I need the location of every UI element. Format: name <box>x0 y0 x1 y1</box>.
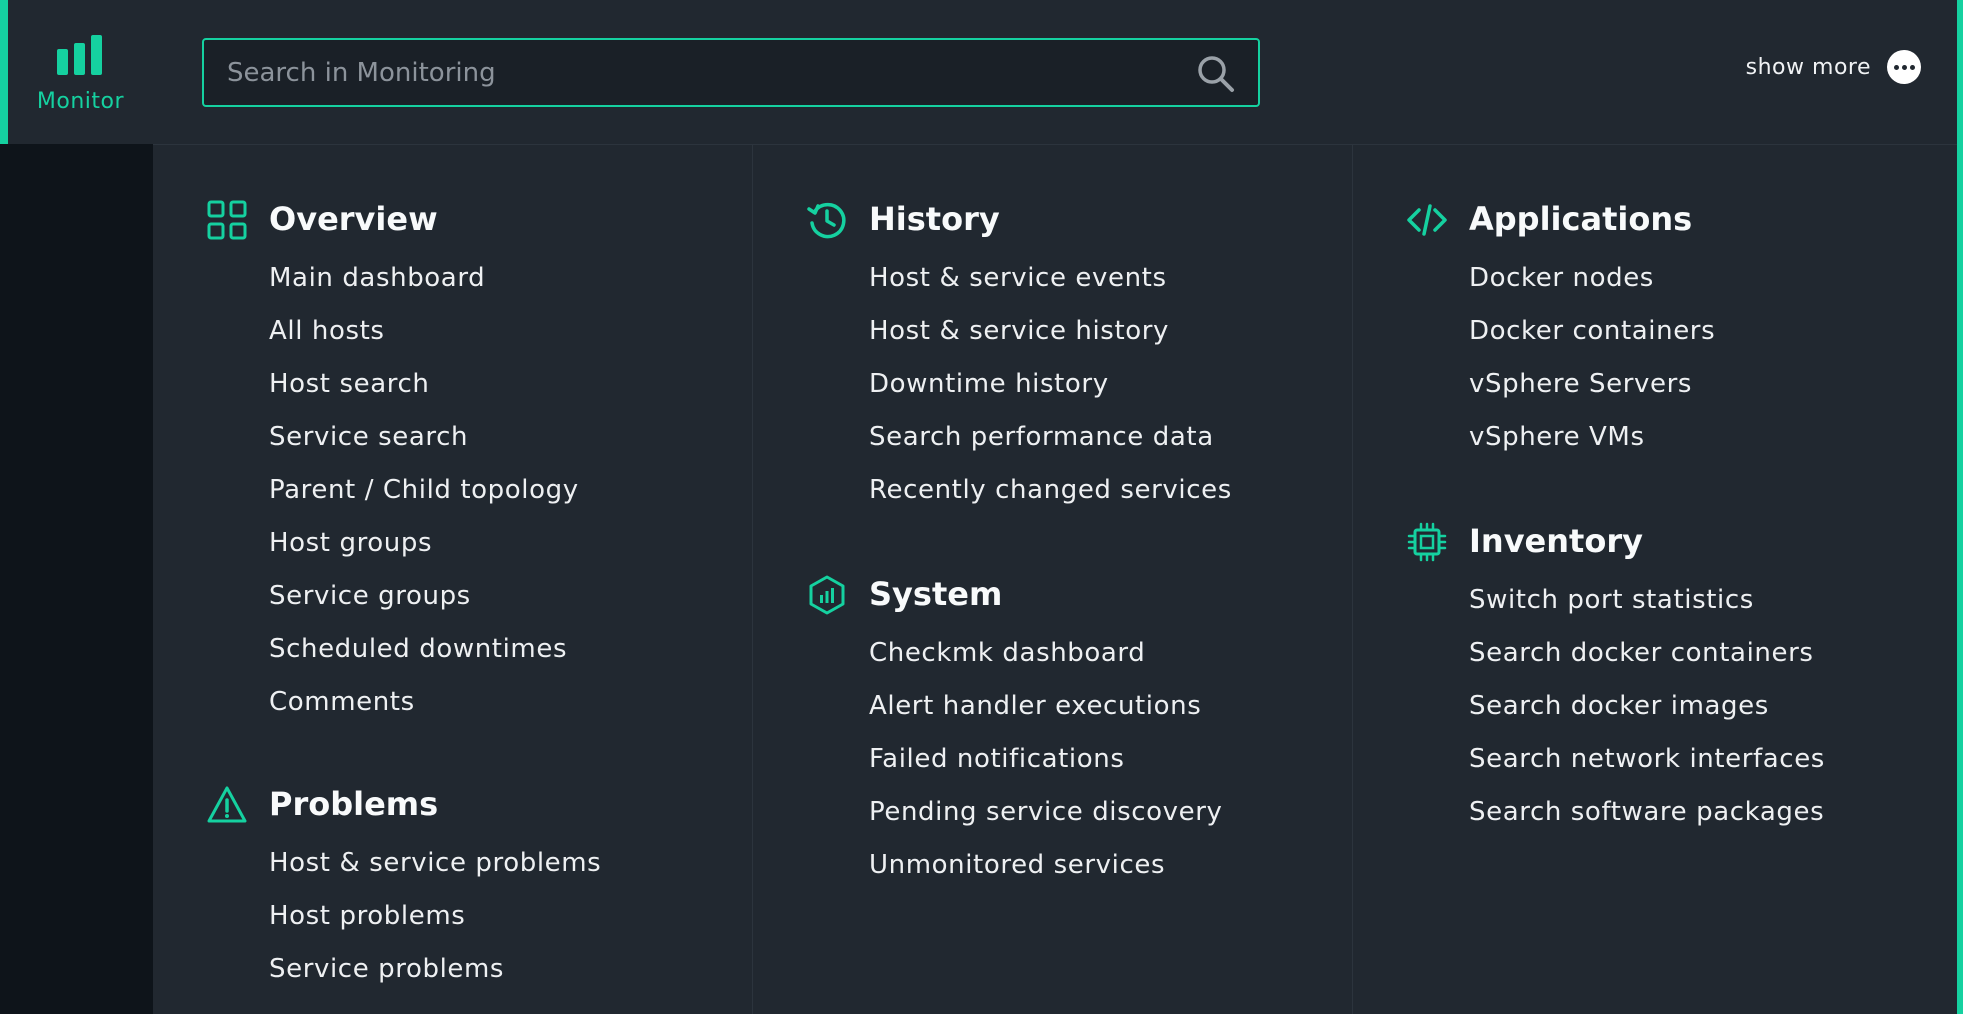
monitor-bars-icon <box>56 34 102 75</box>
menu-item[interactable]: Pending service discovery <box>753 786 1352 839</box>
menu-item[interactable]: Parent / Child topology <box>153 464 752 517</box>
sidebar-item-label: Monitor <box>36 88 125 114</box>
menu-item[interactable]: Service groups <box>153 570 752 623</box>
menu-item[interactable]: vSphere VMs <box>1353 411 1957 464</box>
menu-item[interactable]: Service problems <box>153 943 752 996</box>
topic-item-list: Main dashboard All hosts Host search Ser… <box>153 252 752 729</box>
menu-item[interactable]: Search docker containers <box>1353 627 1957 680</box>
menu-item[interactable]: Comments <box>153 676 752 729</box>
search-box <box>202 38 1260 107</box>
search-icon[interactable] <box>1196 54 1236 94</box>
topic-title: History <box>869 200 1000 238</box>
warning-icon <box>207 786 247 823</box>
show-more-label: show more <box>1745 54 1871 80</box>
sidebar-item-monitor[interactable]: Monitor <box>0 0 153 144</box>
hexagon-chart-icon <box>809 575 845 615</box>
column-3: Applications Docker nodes Docker contain… <box>1353 145 1957 1014</box>
menu-item[interactable]: vSphere Servers <box>1353 358 1957 411</box>
more-dots-icon <box>1887 50 1921 84</box>
menu-item[interactable]: Host & service events <box>753 252 1352 305</box>
topic-system: System Checkmk dashboard Alert handler e… <box>753 569 1352 892</box>
monitor-popup-panel: show more Overview Main dashboard <box>153 0 1957 1014</box>
sidebar: Monitor <box>0 0 153 1014</box>
menu-item[interactable]: Host search <box>153 358 752 411</box>
menu-item[interactable]: Host & service problems <box>153 837 752 890</box>
topic-history: History Host & service events Host & ser… <box>753 194 1352 517</box>
menu-item[interactable]: Search network interfaces <box>1353 733 1957 786</box>
menu-item[interactable]: All hosts <box>153 305 752 358</box>
menu-item[interactable]: Checkmk dashboard <box>753 627 1352 680</box>
menu-item[interactable]: Failed notifications <box>753 733 1352 786</box>
topic-columns: Overview Main dashboard All hosts Host s… <box>153 145 1957 1014</box>
topic-applications: Applications Docker nodes Docker contain… <box>1353 194 1957 464</box>
menu-item[interactable]: Unmonitored services <box>753 839 1352 892</box>
topic-overview: Overview Main dashboard All hosts Host s… <box>153 194 752 729</box>
topic-item-list: Host & service problems Host problems Se… <box>153 837 752 996</box>
column-1: Overview Main dashboard All hosts Host s… <box>153 145 753 1014</box>
menu-item[interactable]: Alert handler executions <box>753 680 1352 733</box>
topic-title: Applications <box>1469 200 1693 238</box>
column-2: History Host & service events Host & ser… <box>753 145 1353 1014</box>
menu-item[interactable]: Scheduled downtimes <box>153 623 752 676</box>
right-accent-bar <box>1957 0 1963 1014</box>
menu-item[interactable]: Downtime history <box>753 358 1352 411</box>
topic-problems: Problems Host & service problems Host pr… <box>153 779 752 996</box>
chip-icon <box>1407 522 1447 562</box>
topic-item-list: Checkmk dashboard Alert handler executio… <box>753 627 1352 892</box>
menu-item[interactable]: Switch port statistics <box>1353 574 1957 627</box>
topic-title: Problems <box>269 785 439 823</box>
topic-title: System <box>869 575 1003 613</box>
menu-item[interactable]: Search software packages <box>1353 786 1957 839</box>
menu-item[interactable]: Host & service history <box>753 305 1352 358</box>
topic-item-list: Docker nodes Docker containers vSphere S… <box>1353 252 1957 464</box>
menu-item[interactable]: Service search <box>153 411 752 464</box>
menu-item[interactable]: Host problems <box>153 890 752 943</box>
history-icon <box>807 202 846 239</box>
topic-item-list: Host & service events Host & service his… <box>753 252 1352 517</box>
menu-item[interactable]: Search performance data <box>753 411 1352 464</box>
menu-item[interactable]: Docker nodes <box>1353 252 1957 305</box>
code-icon <box>1407 204 1447 236</box>
search-bar-area: show more <box>153 0 1957 145</box>
grid-icon <box>207 200 247 240</box>
menu-item[interactable]: Main dashboard <box>153 252 752 305</box>
menu-item[interactable]: Recently changed services <box>753 464 1352 517</box>
show-more-button[interactable]: show more <box>1746 50 1921 84</box>
menu-item[interactable]: Search docker images <box>1353 680 1957 733</box>
topic-title: Inventory <box>1469 522 1643 560</box>
menu-item[interactable]: Host groups <box>153 517 752 570</box>
topic-item-list: Switch port statistics Search docker con… <box>1353 574 1957 839</box>
search-input[interactable] <box>204 40 1258 105</box>
topic-title: Overview <box>269 200 438 238</box>
topic-inventory: Inventory Switch port statistics Search … <box>1353 516 1957 839</box>
menu-item[interactable]: Docker containers <box>1353 305 1957 358</box>
